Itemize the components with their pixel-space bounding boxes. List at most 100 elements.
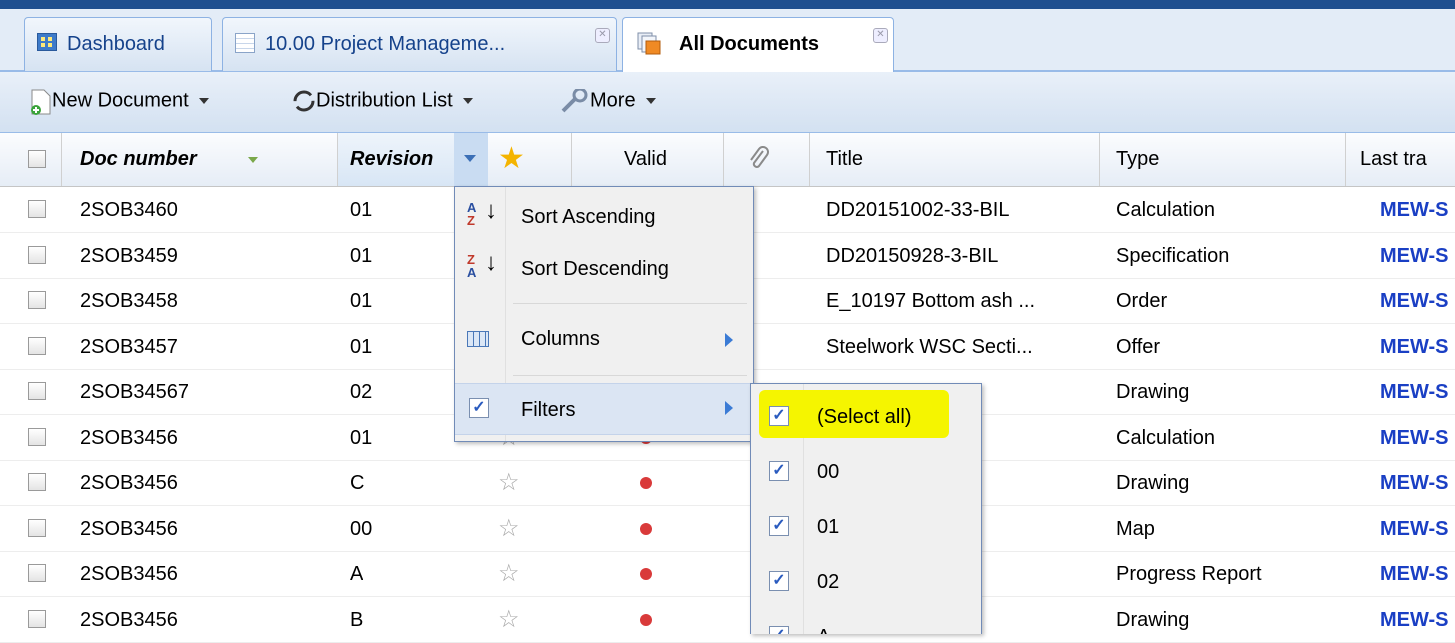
last-transmittal-link[interactable]: MEW-S [1380, 472, 1455, 495]
doc-number-cell: 2SOB3456 [80, 608, 178, 631]
menu-label: Columns [521, 328, 600, 350]
checkbox-icon[interactable]: ✓ [769, 406, 789, 426]
refresh-icon [292, 89, 316, 113]
last-transmittal-link[interactable]: MEW-S [1380, 427, 1455, 450]
dashboard-icon [37, 33, 57, 51]
last-transmittal-link[interactable]: MEW-S [1380, 381, 1455, 404]
table-row[interactable]: 2SOB345600☆- PMG ...MapMEW-S [0, 506, 1455, 552]
row-checkbox[interactable] [28, 336, 46, 355]
title-cell[interactable]: Steelwork WSC Secti... [826, 336, 1096, 359]
checkbox-icon[interactable]: ✓ [769, 461, 789, 481]
row-checkbox[interactable] [28, 200, 46, 218]
column-revision[interactable]: Revision [338, 133, 488, 186]
star-outline-icon[interactable]: ☆ [498, 605, 520, 634]
select-all-checkbox[interactable] [28, 150, 46, 168]
column-attachment[interactable] [724, 133, 810, 186]
column-type[interactable]: Type [1100, 133, 1346, 186]
row-checkbox[interactable] [28, 473, 46, 491]
row-checkbox[interactable] [28, 245, 46, 264]
star-outline-icon[interactable]: ☆ [498, 514, 520, 543]
revision-cell: 01 [350, 426, 373, 449]
filter-option[interactable]: ✓ (Select all) [751, 390, 981, 447]
revision-cell: 01 [350, 290, 373, 312]
title-cell[interactable]: DD20150928-3-BIL [826, 245, 1096, 268]
star-outline-icon[interactable]: ☆ [498, 559, 520, 588]
sort-ascending-icon: AZ [467, 200, 477, 228]
tab-all-documents[interactable]: All Documents ✕ [622, 17, 894, 73]
menu-label: Filters [521, 399, 576, 421]
column-title[interactable]: Title [810, 133, 1100, 186]
documents-icon [637, 32, 661, 55]
submenu-arrow-icon [725, 333, 733, 347]
last-transmittal-link[interactable]: MEW-S [1380, 563, 1455, 586]
column-label: Title [826, 148, 864, 170]
close-icon[interactable]: ✕ [595, 28, 610, 43]
last-transmittal-link[interactable]: MEW-S [1380, 245, 1455, 268]
table-row[interactable]: 2SOB3456C☆te Ridd...DrawingMEW-S [0, 460, 1455, 506]
filter-option-label: 01 [817, 516, 840, 538]
sort-ascending-item[interactable]: AZ ↓ Sort Ascending [455, 191, 753, 241]
checkbox-icon[interactable]: ✓ [769, 516, 789, 536]
sort-descending-icon: ZA [467, 252, 477, 280]
type-cell: Drawing [1116, 472, 1190, 494]
row-checkbox[interactable] [28, 427, 46, 446]
filter-option[interactable]: ✓A [751, 612, 981, 634]
column-menu: AZ ↓ Sort Ascending ZA ↓ Sort Descending… [454, 186, 754, 442]
distribution-list-button[interactable]: Distribution List [292, 89, 473, 113]
column-menu-trigger[interactable] [454, 133, 488, 186]
tab-project-management[interactable]: 10.00 Project Manageme... ✕ [222, 17, 617, 71]
title-cell[interactable]: E_10197 Bottom ash ... [826, 290, 1096, 313]
last-transmittal-link[interactable]: MEW-S [1380, 609, 1455, 632]
revision-cell: 01 [350, 244, 373, 267]
chevron-down-icon [464, 155, 476, 162]
column-favorite[interactable]: ★ [488, 133, 572, 186]
type-cell: Specification [1116, 244, 1230, 267]
filter-option[interactable]: ✓ 00 [751, 447, 981, 502]
status-dot [640, 477, 652, 489]
doc-number-cell: 2SOB3456 [80, 426, 178, 449]
column-last[interactable]: Last tra [1346, 133, 1455, 186]
row-checkbox[interactable] [28, 564, 46, 582]
new-document-button[interactable]: New Document [30, 89, 209, 115]
last-transmittal-link[interactable]: MEW-S [1380, 290, 1455, 313]
doc-number-cell: 2SOB3458 [80, 290, 178, 312]
grid-header: Doc number Revision ★ Valid Title Type L… [0, 133, 1455, 187]
revision-cell: C [350, 472, 365, 494]
revision-cell: B [350, 608, 364, 631]
type-cell: Calculation [1116, 199, 1215, 221]
distribution-list-label: Distribution List [316, 89, 453, 112]
columns-icon [467, 331, 489, 347]
status-dot [640, 613, 652, 626]
type-cell: Offer [1116, 335, 1161, 358]
row-checkbox[interactable] [28, 291, 46, 309]
column-doc-number[interactable]: Doc number [62, 133, 338, 186]
checkbox-icon[interactable]: ✓ [769, 571, 789, 591]
filters-item[interactable]: ✓ Filters [455, 383, 753, 435]
row-checkbox[interactable] [28, 518, 46, 537]
more-button[interactable]: More [560, 87, 656, 113]
last-transmittal-link[interactable]: MEW-S [1380, 199, 1455, 222]
column-valid[interactable]: Valid [572, 133, 724, 186]
type-cell: Order [1116, 290, 1168, 312]
columns-item[interactable]: Columns [455, 313, 753, 363]
column-label: Doc number [80, 148, 197, 170]
last-transmittal-link[interactable]: MEW-S [1380, 336, 1455, 359]
row-checkbox[interactable] [28, 382, 46, 400]
type-cell: Calculation [1116, 426, 1215, 449]
title-cell[interactable]: DD20151002-33-BIL [826, 199, 1096, 222]
row-checkbox[interactable] [28, 609, 46, 628]
wrench-icon [560, 87, 590, 113]
revision-cell: A [350, 563, 364, 585]
close-icon[interactable]: ✕ [873, 28, 888, 43]
star-outline-icon[interactable]: ☆ [498, 468, 520, 497]
filter-option-label: (Select all) [817, 406, 912, 428]
sort-descending-item[interactable]: ZA ↓ Sort Descending [455, 243, 753, 293]
filter-option[interactable]: ✓ 02 [751, 557, 981, 612]
table-row[interactable]: 2SOB3456A☆rt 0PA...Progress ReportMEW-S [0, 551, 1455, 597]
tab-dashboard[interactable]: Dashboard [24, 17, 212, 71]
status-dot [640, 522, 652, 535]
last-transmittal-link[interactable]: MEW-S [1380, 518, 1455, 541]
filter-option[interactable]: ✓ 01 [751, 502, 981, 557]
filter-option-label: 02 [817, 571, 840, 593]
table-row[interactable]: 2SOB3456B☆38-BILDrawingMEW-S [0, 597, 1455, 643]
